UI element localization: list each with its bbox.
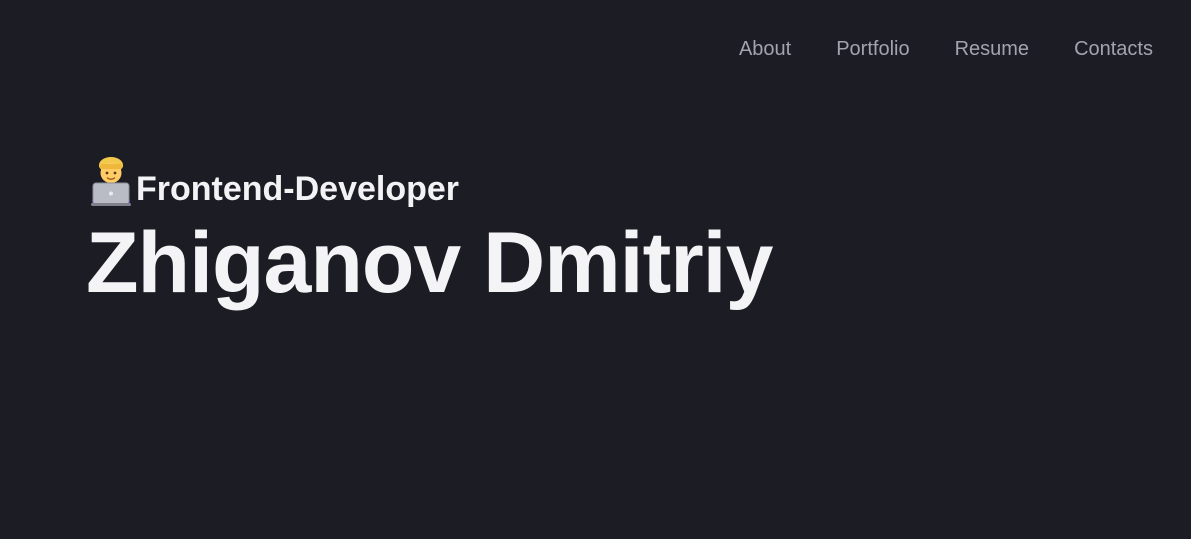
- hero-section: Frontend-Developer Zhiganov Dmitriy: [86, 156, 773, 311]
- page-title: Zhiganov Dmitriy: [86, 215, 773, 311]
- subtitle-role: Frontend-Developer: [136, 170, 460, 208]
- nav-link-contacts[interactable]: Contacts: [1074, 36, 1153, 63]
- subtitle-row: Frontend-Developer: [88, 156, 772, 208]
- nav-link-resume[interactable]: Resume: [955, 36, 1029, 63]
- technologist-icon: [88, 156, 134, 208]
- main-nav: About Portfolio Resume Contacts: [739, 36, 1153, 63]
- nav-link-portfolio[interactable]: Portfolio: [836, 36, 909, 63]
- nav-link-about[interactable]: About: [739, 36, 791, 63]
